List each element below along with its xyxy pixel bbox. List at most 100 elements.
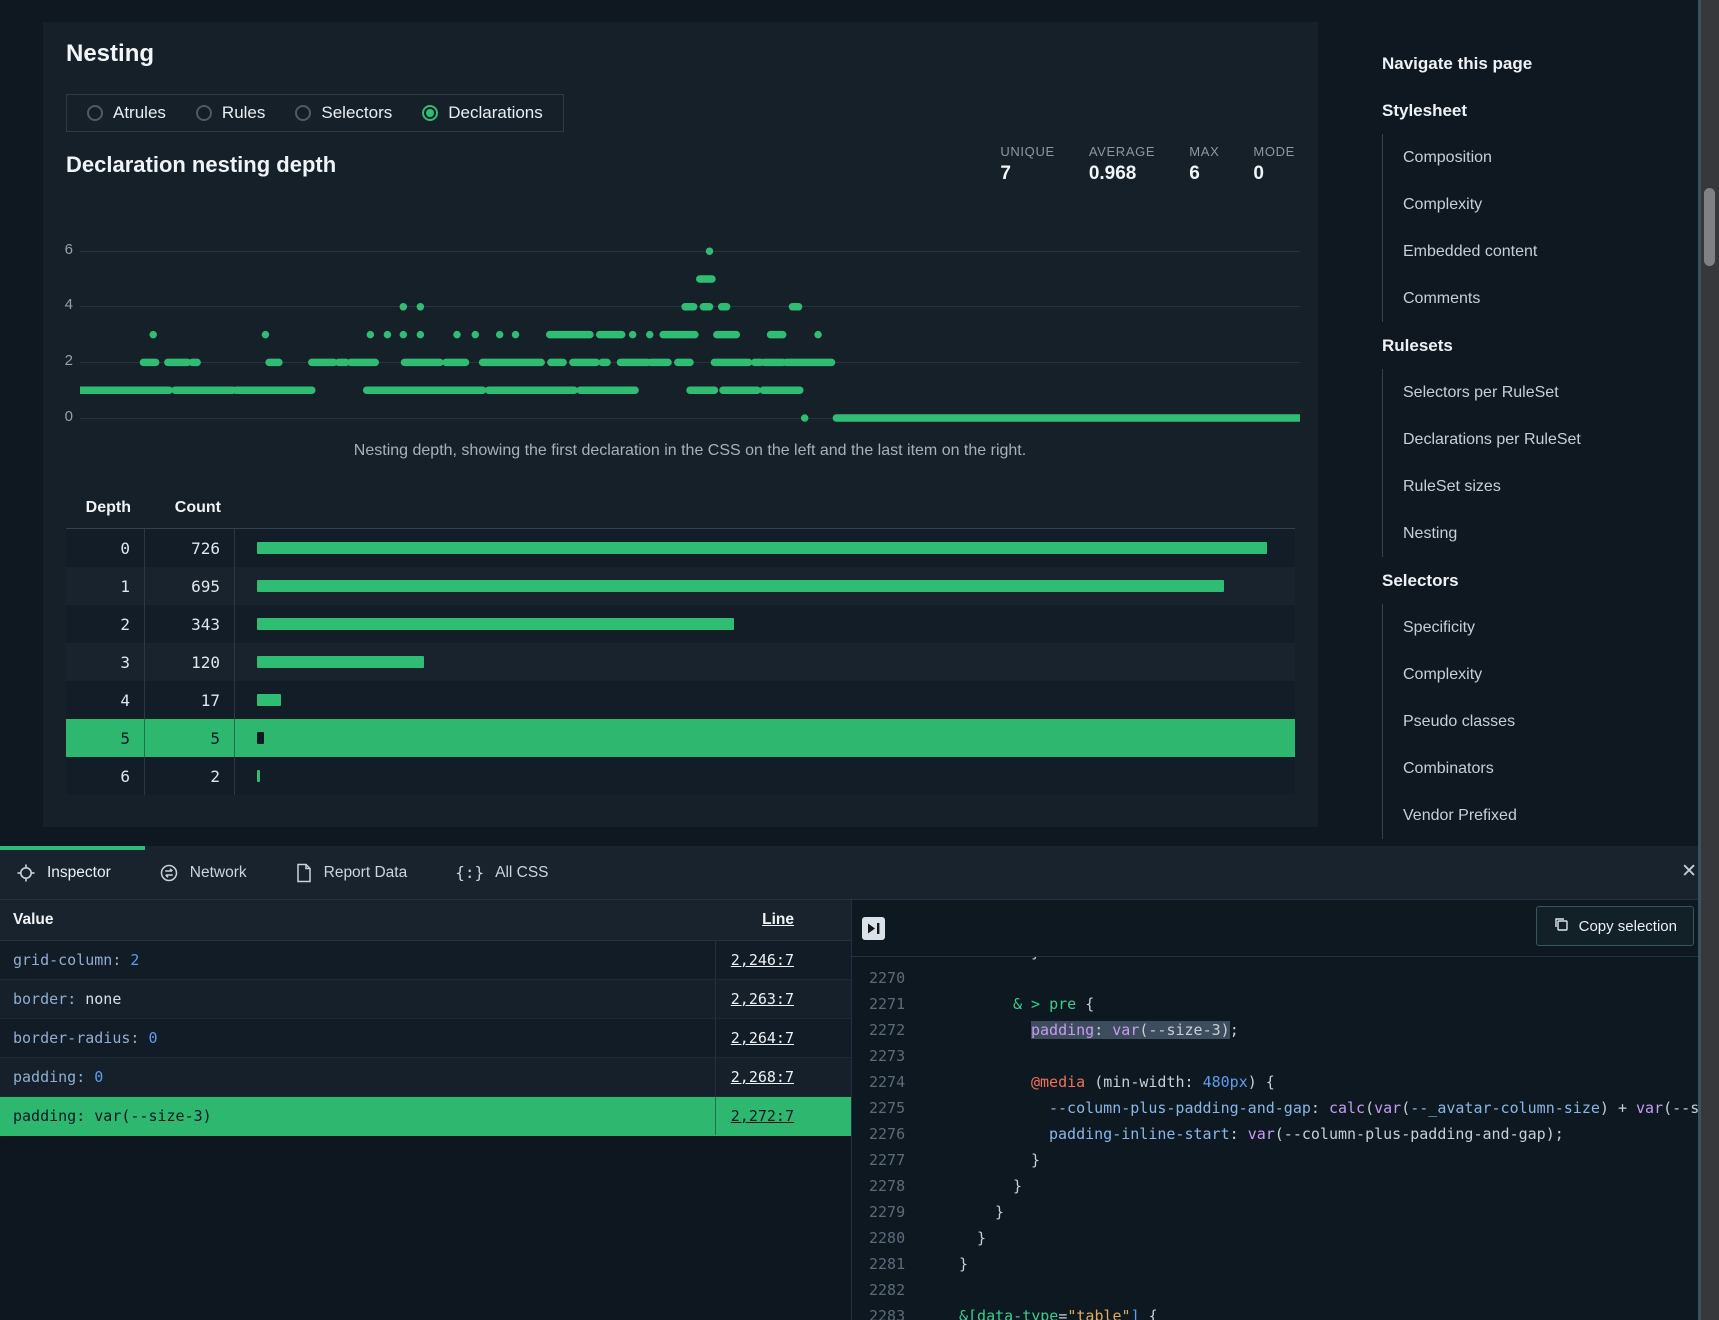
sidebar-item-combinators[interactable]: Combinators bbox=[1382, 745, 1682, 792]
sidebar-item-specificity[interactable]: Specificity bbox=[1382, 604, 1682, 651]
css-value: none bbox=[85, 990, 121, 1008]
table-row[interactable]: 55 bbox=[66, 719, 1295, 757]
tab-report-data[interactable]: Report Data bbox=[295, 863, 408, 883]
radio-option-rules[interactable]: Rules bbox=[196, 103, 265, 123]
line-link[interactable]: 2,268:7 bbox=[715, 1058, 851, 1096]
line-number: 2277 bbox=[852, 1147, 931, 1173]
count-bar bbox=[257, 542, 1267, 554]
code-line: 2270 bbox=[852, 965, 1719, 991]
code-token: ; bbox=[1230, 1021, 1239, 1039]
code-line: 2269} bbox=[852, 957, 1719, 965]
count-cell: 5 bbox=[145, 719, 235, 757]
table-row[interactable]: 1695 bbox=[66, 567, 1295, 605]
line-content: & > pre { bbox=[941, 991, 1719, 1017]
line-content bbox=[941, 965, 1719, 991]
stat-average: AVERAGE0.968 bbox=[1089, 144, 1155, 185]
inspector-tabbar: Inspector Network Report Data {:}All CSS bbox=[0, 846, 1719, 900]
table-row[interactable]: 417 bbox=[66, 681, 1295, 719]
bar-cell bbox=[235, 732, 1295, 744]
sidebar-item-comments[interactable]: Comments bbox=[1382, 275, 1682, 322]
sidebar-item-composition[interactable]: Composition bbox=[1382, 134, 1682, 181]
count-bar bbox=[257, 580, 1224, 592]
line-number: 2270 bbox=[852, 965, 931, 991]
table-row[interactable]: 2343 bbox=[66, 605, 1295, 643]
copy-selection-label: Copy selection bbox=[1579, 918, 1677, 935]
sidebar-item-ruleset-sizes[interactable]: RuleSet sizes bbox=[1382, 463, 1682, 510]
declaration-row[interactable]: padding: 02,268:7 bbox=[0, 1058, 851, 1097]
declaration-row[interactable]: grid-column: 22,246:7 bbox=[0, 941, 851, 980]
line-content: } bbox=[941, 1199, 1719, 1225]
css-property: grid-column bbox=[13, 951, 112, 969]
radio-option-selectors[interactable]: Selectors bbox=[295, 103, 392, 123]
line-number: 2278 bbox=[852, 1173, 931, 1199]
declaration-row[interactable]: padding: var(--size-3)2,272:7 bbox=[0, 1097, 851, 1136]
tab-label: Report Data bbox=[324, 864, 408, 882]
count-cell: 2 bbox=[145, 757, 235, 795]
line-number: 2272 bbox=[852, 1017, 931, 1043]
tab-inspector[interactable]: Inspector bbox=[16, 863, 111, 883]
depth-cell: 4 bbox=[66, 681, 145, 719]
radio-option-declarations[interactable]: Declarations bbox=[422, 103, 543, 123]
declaration-row[interactable]: border: none2,263:7 bbox=[0, 980, 851, 1019]
tab-label: All CSS bbox=[495, 864, 548, 882]
sidebar-item-pseudo-classes[interactable]: Pseudo classes bbox=[1382, 698, 1682, 745]
radio-icon bbox=[422, 105, 438, 121]
close-icon[interactable]: ✕ bbox=[1681, 862, 1697, 881]
css-colon: : bbox=[130, 1029, 148, 1047]
radio-option-atrules[interactable]: Atrules bbox=[87, 103, 166, 123]
line-content: } bbox=[941, 957, 1719, 965]
line-content: } bbox=[941, 1251, 1719, 1277]
line-column-header[interactable]: Line bbox=[715, 911, 851, 929]
tab-network[interactable]: Network bbox=[159, 863, 247, 883]
stat-mode: MODE0 bbox=[1253, 144, 1295, 185]
copy-selection-button[interactable]: Copy selection bbox=[1536, 906, 1694, 946]
table-row[interactable]: 3120 bbox=[66, 643, 1295, 681]
code-token: & > pre bbox=[1013, 995, 1076, 1013]
code-line: 2277} bbox=[852, 1147, 1719, 1173]
network-icon bbox=[159, 863, 179, 883]
bar-cell bbox=[235, 542, 1295, 554]
bar-cell bbox=[235, 770, 1295, 782]
sidebar-item-complexity[interactable]: Complexity bbox=[1382, 651, 1682, 698]
code-token: --column-plus-padding-and-gap bbox=[1049, 1099, 1311, 1117]
line-content bbox=[941, 1277, 1719, 1303]
line-number: 2276 bbox=[852, 1121, 931, 1147]
y-axis-tick: 6 bbox=[53, 241, 73, 258]
code-token: @media bbox=[1031, 1073, 1085, 1091]
inspector-dock: InspectorNetworkReport Data{:}All CSS ✕ … bbox=[0, 846, 1719, 1320]
table-row[interactable]: 0726 bbox=[66, 529, 1295, 567]
count-bar bbox=[257, 694, 281, 706]
sidebar-item-declarations-per-ruleset[interactable]: Declarations per RuleSet bbox=[1382, 416, 1682, 463]
stat-max: MAX6 bbox=[1189, 144, 1219, 185]
css-property: border-radius bbox=[13, 1029, 130, 1047]
code-line: 2283&[data-type="table"] { bbox=[852, 1303, 1719, 1320]
depth-cell: 2 bbox=[66, 605, 145, 643]
radio-label: Selectors bbox=[321, 103, 392, 123]
line-link[interactable]: 2,263:7 bbox=[715, 980, 851, 1018]
line-link[interactable]: 2,246:7 bbox=[715, 941, 851, 979]
nesting-depth-scatter-chart: 6420 bbox=[80, 225, 1300, 435]
sidebar-item-nesting[interactable]: Nesting bbox=[1382, 510, 1682, 557]
code-line: 2276padding-inline-start: var(--column-p… bbox=[852, 1121, 1719, 1147]
css-property: padding bbox=[13, 1107, 76, 1125]
declaration-value: padding: 0 bbox=[0, 1068, 715, 1086]
sidebar-item-complexity[interactable]: Complexity bbox=[1382, 181, 1682, 228]
code-token: ( bbox=[1365, 1099, 1374, 1117]
y-axis-tick: 0 bbox=[53, 408, 73, 425]
sidebar-item-embedded-content[interactable]: Embedded content bbox=[1382, 228, 1682, 275]
code-line: 2282 bbox=[852, 1277, 1719, 1303]
stat-value: 0.968 bbox=[1089, 163, 1137, 185]
line-link[interactable]: 2,272:7 bbox=[715, 1097, 851, 1135]
table-row[interactable]: 62 bbox=[66, 757, 1295, 795]
sidebar-item-vendor-prefixed[interactable]: Vendor Prefixed bbox=[1382, 792, 1682, 839]
sidebar-item-selectors-per-ruleset[interactable]: Selectors per RuleSet bbox=[1382, 369, 1682, 416]
page-scrollbar-thumb[interactable] bbox=[1704, 188, 1715, 266]
code-token: : bbox=[1311, 1099, 1329, 1117]
line-number: 2275 bbox=[852, 1095, 931, 1121]
nav-heading: Stylesheet bbox=[1382, 87, 1682, 134]
declaration-row[interactable]: border-radius: 02,264:7 bbox=[0, 1019, 851, 1058]
tab-all-css[interactable]: {:}All CSS bbox=[455, 863, 548, 883]
code-scroll-area[interactable]: 2269}22702271& > pre {2272padding: var(-… bbox=[852, 957, 1719, 1320]
line-link[interactable]: 2,264:7 bbox=[715, 1019, 851, 1057]
panel-toggle-icon[interactable] bbox=[862, 917, 885, 940]
